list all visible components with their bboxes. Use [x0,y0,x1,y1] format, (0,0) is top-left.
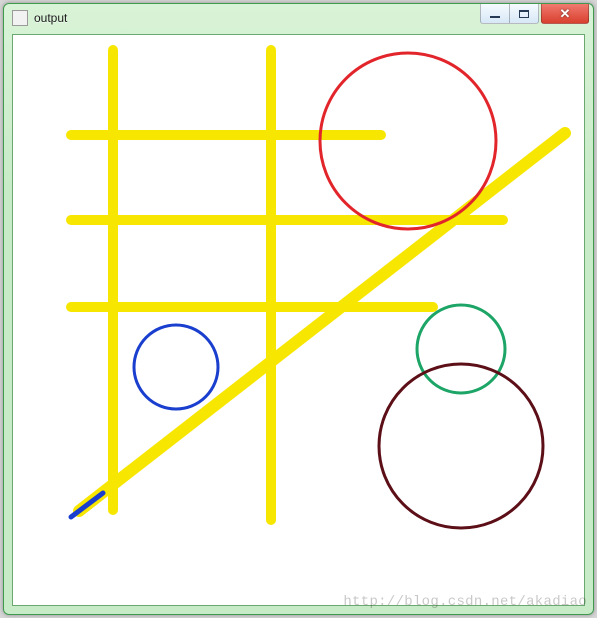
window-controls: ✕ [481,4,589,24]
app-icon [12,10,28,26]
circle-green [417,305,505,393]
maximize-icon [519,10,529,18]
close-button[interactable]: ✕ [541,4,589,24]
titlebar[interactable]: output ✕ [4,4,593,32]
drawing-canvas [13,35,584,605]
circle-red [320,53,496,229]
canvas-area [12,34,585,606]
window-frame: output ✕ http://blog.csdn.net/akadiao [3,3,594,615]
circle-darkred [379,364,543,528]
close-icon: ✕ [560,7,571,20]
maximize-button[interactable] [509,4,539,24]
circle-blue [134,325,218,409]
minimize-icon [490,16,500,18]
window-title: output [34,11,67,25]
minimize-button[interactable] [480,4,510,24]
